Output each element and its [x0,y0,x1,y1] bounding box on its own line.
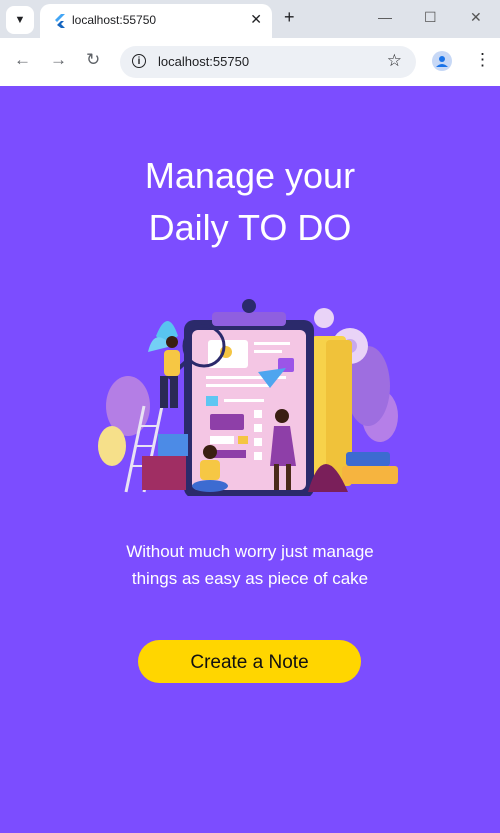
chevron-down-icon: ▼ [14,14,26,26]
person-icon [436,56,448,67]
tab-strip: ▼ localhost:55750 ✕ + — ☐ ✕ [0,0,500,38]
tab-search-button[interactable]: ▼ [6,6,34,34]
forward-arrow-icon[interactable]: → [50,50,67,70]
todo-illustration [98,299,398,496]
subtitle-line-2: things as easy as piece of cake [131,569,369,588]
close-icon[interactable]: ✕ [250,11,262,28]
app-page: Manage your Daily TO DO Without much wor… [0,86,500,833]
tab-title: localhost:55750 [72,13,157,27]
window-close-icon[interactable]: ✕ [470,9,482,26]
flutter-icon [55,14,65,28]
url-text[interactable]: localhost:55750 [158,54,249,69]
browser-tab[interactable]: localhost:55750 ✕ [40,4,272,38]
title-line-2: Daily TO DO [148,207,352,248]
profile-avatar-icon[interactable] [432,51,452,71]
back-arrow-icon[interactable]: ← [14,50,31,70]
create-note-button[interactable]: Create a Note [138,640,361,683]
more-menu-icon[interactable]: ⋮ [474,50,491,70]
browser-chrome: ▼ localhost:55750 ✕ + — ☐ ✕ ← → ↻ i loca… [0,0,500,86]
page-title: Manage your Daily TO DO [0,150,500,254]
subtitle-line-1: Without much worry just manage [126,542,374,561]
browser-toolbar: ← → ↻ i localhost:55750 ☆ ⋮ [0,38,500,86]
title-line-1: Manage your [144,155,356,196]
reload-icon[interactable]: ↻ [86,50,100,70]
address-bar[interactable]: i localhost:55750 ☆ [120,46,416,78]
info-icon[interactable]: i [132,54,146,68]
bookmark-star-icon[interactable]: ☆ [387,51,402,71]
maximize-icon[interactable]: ☐ [424,9,437,26]
subtitle: Without much worry just manage things as… [0,538,500,592]
minimize-icon[interactable]: — [378,9,392,25]
new-tab-icon[interactable]: + [284,7,295,28]
